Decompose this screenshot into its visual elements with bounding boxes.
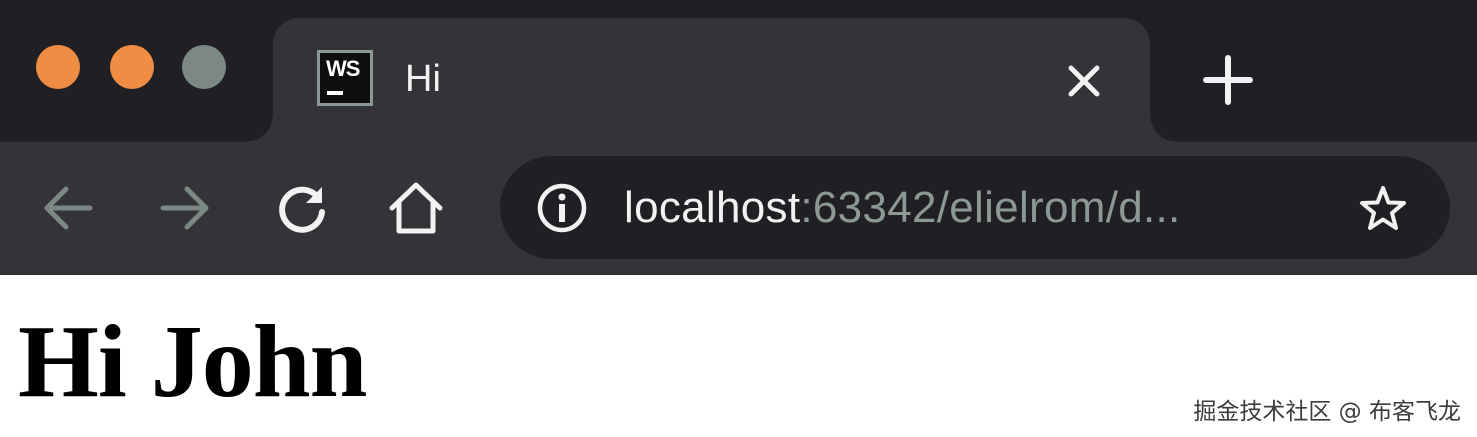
webstorm-icon: WS: [317, 50, 373, 106]
close-icon[interactable]: [1065, 62, 1103, 100]
url-path: :63342/elielrom/d...: [800, 183, 1181, 232]
favicon-text: WS: [326, 56, 360, 81]
star-icon[interactable]: [1357, 183, 1409, 235]
home-icon[interactable]: [386, 178, 446, 238]
close-window-button[interactable]: [36, 45, 80, 89]
tab-title: Hi: [405, 58, 441, 100]
minimize-window-button[interactable]: [110, 45, 154, 89]
favicon-bar: [327, 91, 343, 95]
page-heading: Hi John: [18, 304, 367, 419]
reload-icon[interactable]: [272, 178, 332, 238]
watermark: 掘金技术社区 @ 布客飞龙: [1193, 399, 1461, 425]
url-text[interactable]: localhost:63342/elielrom/d...: [624, 182, 1181, 234]
plus-icon[interactable]: [1203, 55, 1253, 105]
tab-strip: WS Hi: [0, 0, 1477, 142]
info-icon[interactable]: [536, 182, 588, 234]
browser-toolbar: localhost:63342/elielrom/d...: [0, 142, 1477, 275]
url-host: localhost: [624, 183, 801, 232]
address-bar[interactable]: localhost:63342/elielrom/d...: [500, 156, 1450, 259]
forward-arrow-icon[interactable]: [155, 178, 215, 238]
back-arrow-icon[interactable]: [38, 178, 98, 238]
browser-tab[interactable]: WS Hi: [247, 18, 1176, 142]
maximize-window-button[interactable]: [182, 45, 226, 89]
